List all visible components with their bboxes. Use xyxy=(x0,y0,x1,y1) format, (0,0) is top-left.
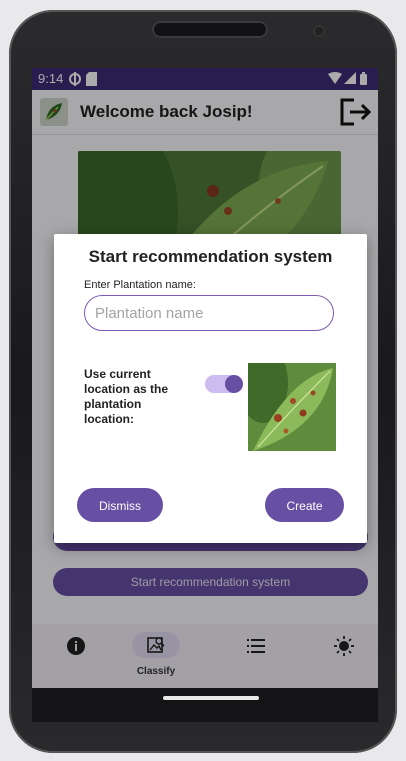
plantation-name-label: Enter Plantation name: xyxy=(84,279,196,291)
dismiss-button[interactable]: Dismiss xyxy=(77,488,163,522)
create-button[interactable]: Create xyxy=(265,488,344,522)
plantation-name-input[interactable] xyxy=(84,295,334,331)
screen: 9:14 Welcome back Josip! Start recommend… xyxy=(32,68,378,688)
location-label: Use current location as the plantation l… xyxy=(84,367,169,426)
system-navigation-bar xyxy=(32,688,378,722)
plant-thumbnail-image xyxy=(248,363,336,451)
use-location-toggle[interactable] xyxy=(205,375,243,393)
phone-speaker xyxy=(152,21,268,38)
phone-camera xyxy=(315,27,323,35)
home-indicator[interactable] xyxy=(163,696,259,700)
recommendation-dialog: Start recommendation system Enter Planta… xyxy=(54,234,367,543)
dialog-title: Start recommendation system xyxy=(88,247,333,266)
toggle-thumb xyxy=(225,375,243,393)
